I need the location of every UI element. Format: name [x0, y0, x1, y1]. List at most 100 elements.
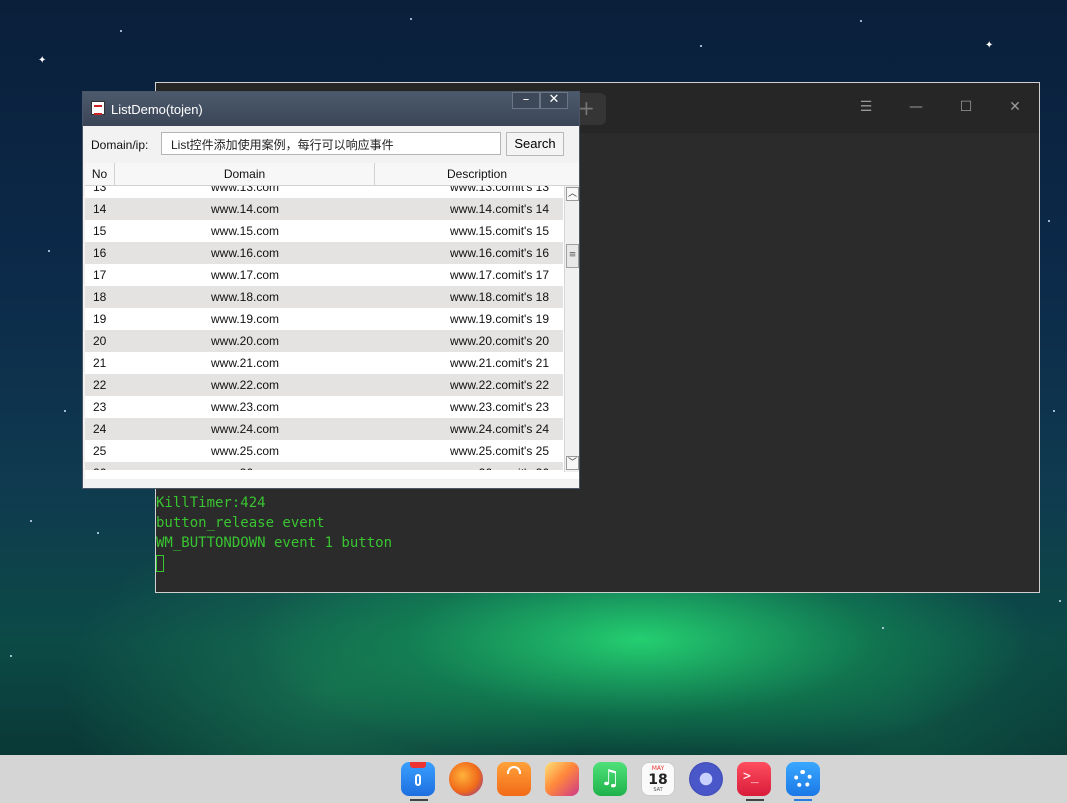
cell-description: www.15.comit's 15: [450, 224, 549, 238]
terminal-icon[interactable]: >_: [737, 762, 771, 796]
domain-list[interactable]: No Domain Description 13 www.13.com www.13…: [85, 163, 579, 479]
scroll-thumb[interactable]: ≡: [566, 244, 579, 268]
minimize-button[interactable]: –: [512, 92, 540, 109]
window-titlebar[interactable]: ListDemo(tojen) – ✕: [83, 92, 579, 126]
star-decoration: [1048, 220, 1050, 222]
terminal-output[interactable]: KillTimer:424 button_release event WM_BU…: [156, 493, 392, 572]
cell-no: 13: [93, 186, 107, 194]
table-row[interactable]: 24 www.24.com www.24.comit's 24: [85, 418, 563, 440]
cell-no: 14: [93, 202, 107, 216]
cell-domain: www.22.com: [210, 378, 280, 392]
table-row[interactable]: 22 www.22.com www.22.comit's 22: [85, 374, 563, 396]
cell-description: www.24.comit's 24: [450, 422, 549, 436]
app-icon: [91, 101, 105, 115]
cell-no: 18: [93, 290, 107, 304]
cell-no: 19: [93, 312, 107, 326]
running-indicator: [746, 799, 764, 801]
table-row[interactable]: 23 www.23.com www.23.comit's 23: [85, 396, 563, 418]
music-icon[interactable]: ♫: [593, 762, 627, 796]
cell-domain: www.14.com: [210, 202, 280, 216]
star-decoration: [97, 532, 99, 534]
cell-no: 25: [93, 444, 107, 458]
cell-domain: www.26.com: [115, 466, 375, 470]
star-decoration: [120, 30, 122, 32]
new-tab-button[interactable]: +: [578, 96, 595, 120]
close-button[interactable]: ✕: [540, 92, 568, 109]
cell-domain: www.15.com: [210, 224, 280, 238]
shop-icon[interactable]: [497, 762, 531, 796]
table-row[interactable]: 26 www.26.comwww.26.comit's 26: [85, 462, 563, 470]
cell-description: www.20.comit's 20: [450, 334, 549, 348]
star-decoration: [1053, 410, 1055, 412]
terminal-line: WM_BUTTONDOWN event 1 button: [156, 535, 393, 551]
cell-no: 17: [93, 268, 107, 282]
menu-icon[interactable]: ☰: [856, 99, 876, 115]
search-button[interactable]: Search: [506, 132, 564, 156]
cell-description: www.16.comit's 16: [450, 246, 549, 260]
table-row[interactable]: 19 www.19.com www.19.comit's 19: [85, 308, 563, 330]
cell-description: www.25.comit's 25: [450, 444, 549, 458]
star-decoration: [10, 655, 12, 657]
dock: ♫ MAY 18 SAT >_: [0, 755, 1067, 803]
cell-domain: www.19.com: [210, 312, 280, 326]
cell-no: 16: [93, 246, 107, 260]
cell-description: www.19.comit's 19: [450, 312, 549, 326]
table-row[interactable]: 20 www.20.com www.20.comit's 20: [85, 330, 563, 352]
cell-description: www.18.comit's 18: [450, 290, 549, 304]
terminal-cursor: [156, 555, 164, 572]
scroll-down-icon[interactable]: ﹀: [566, 456, 579, 470]
window-title: ListDemo(tojen): [111, 102, 203, 117]
search-input[interactable]: List控件添加使用案例，每行可以响应事件: [161, 132, 501, 155]
firefox-icon[interactable]: [449, 762, 483, 796]
column-header-description[interactable]: Description: [375, 163, 579, 185]
maximize-button[interactable]: ☐: [956, 99, 976, 115]
cell-no: 21: [93, 356, 107, 370]
star-decoration: [1059, 600, 1061, 602]
cell-description: www.26.comit's 26: [375, 466, 549, 470]
star-decoration: ✦: [38, 55, 47, 66]
close-button[interactable]: ✕: [1005, 99, 1025, 115]
system-icon[interactable]: [786, 762, 820, 796]
table-row[interactable]: 16 www.16.com www.16.comit's 16: [85, 242, 563, 264]
table-row[interactable]: 25 www.25.com www.25.comit's 25: [85, 440, 563, 462]
table-row[interactable]: 14 www.14.com www.14.comit's 14: [85, 198, 563, 220]
table-row[interactable]: 21 www.21.com www.21.comit's 21: [85, 352, 563, 374]
calendar-weekday: SAT: [653, 787, 663, 793]
table-row[interactable]: 18 www.18.com www.18.comit's 18: [85, 286, 563, 308]
cell-description: www.14.comit's 14: [450, 202, 549, 216]
cell-description: www.22.comit's 22: [450, 378, 549, 392]
running-indicator: [410, 799, 428, 801]
cell-domain: www.18.com: [210, 290, 280, 304]
column-header-domain[interactable]: Domain: [115, 163, 375, 185]
star-decoration: [860, 20, 862, 22]
cell-domain: www.23.com: [210, 400, 280, 414]
minimize-button[interactable]: —: [906, 99, 926, 115]
cell-no: 15: [93, 224, 107, 238]
table-row[interactable]: 13 www.13.com www.13.comit's 13: [85, 186, 563, 198]
cell-domain: www.16.com: [210, 246, 280, 260]
column-header-no[interactable]: No: [85, 163, 115, 185]
cell-domain: www.25.com: [210, 444, 280, 458]
photos-icon[interactable]: [545, 762, 579, 796]
star-decoration: [700, 45, 702, 47]
terminal-line: KillTimer:424: [156, 495, 266, 511]
scroll-up-icon[interactable]: ︿: [566, 187, 579, 201]
domain-label: Domain/ip:: [91, 138, 149, 152]
app-store-icon[interactable]: [401, 762, 435, 796]
cell-domain: www.21.com: [210, 356, 280, 370]
star-decoration: ✦: [985, 40, 994, 51]
terminal-line: button_release event: [156, 515, 325, 531]
calendar-icon[interactable]: MAY 18 SAT: [641, 762, 675, 796]
cell-domain: www.17.com: [210, 268, 280, 282]
running-indicator: [794, 799, 812, 801]
calendar-day: 18: [648, 772, 668, 788]
list-header: No Domain Description: [85, 163, 579, 186]
table-row[interactable]: 15 www.15.com www.15.comit's 15: [85, 220, 563, 242]
cell-no: 24: [93, 422, 107, 436]
settings-icon[interactable]: [689, 762, 723, 796]
star-decoration: [410, 18, 412, 20]
table-row[interactable]: 17 www.17.com www.17.comit's 17: [85, 264, 563, 286]
vertical-scrollbar[interactable]: ︿ ≡ ﹀: [564, 186, 579, 472]
list-demo-window[interactable]: ListDemo(tojen) – ✕ Domain/ip: List控件添加使…: [82, 91, 580, 489]
star-decoration: [882, 627, 884, 629]
